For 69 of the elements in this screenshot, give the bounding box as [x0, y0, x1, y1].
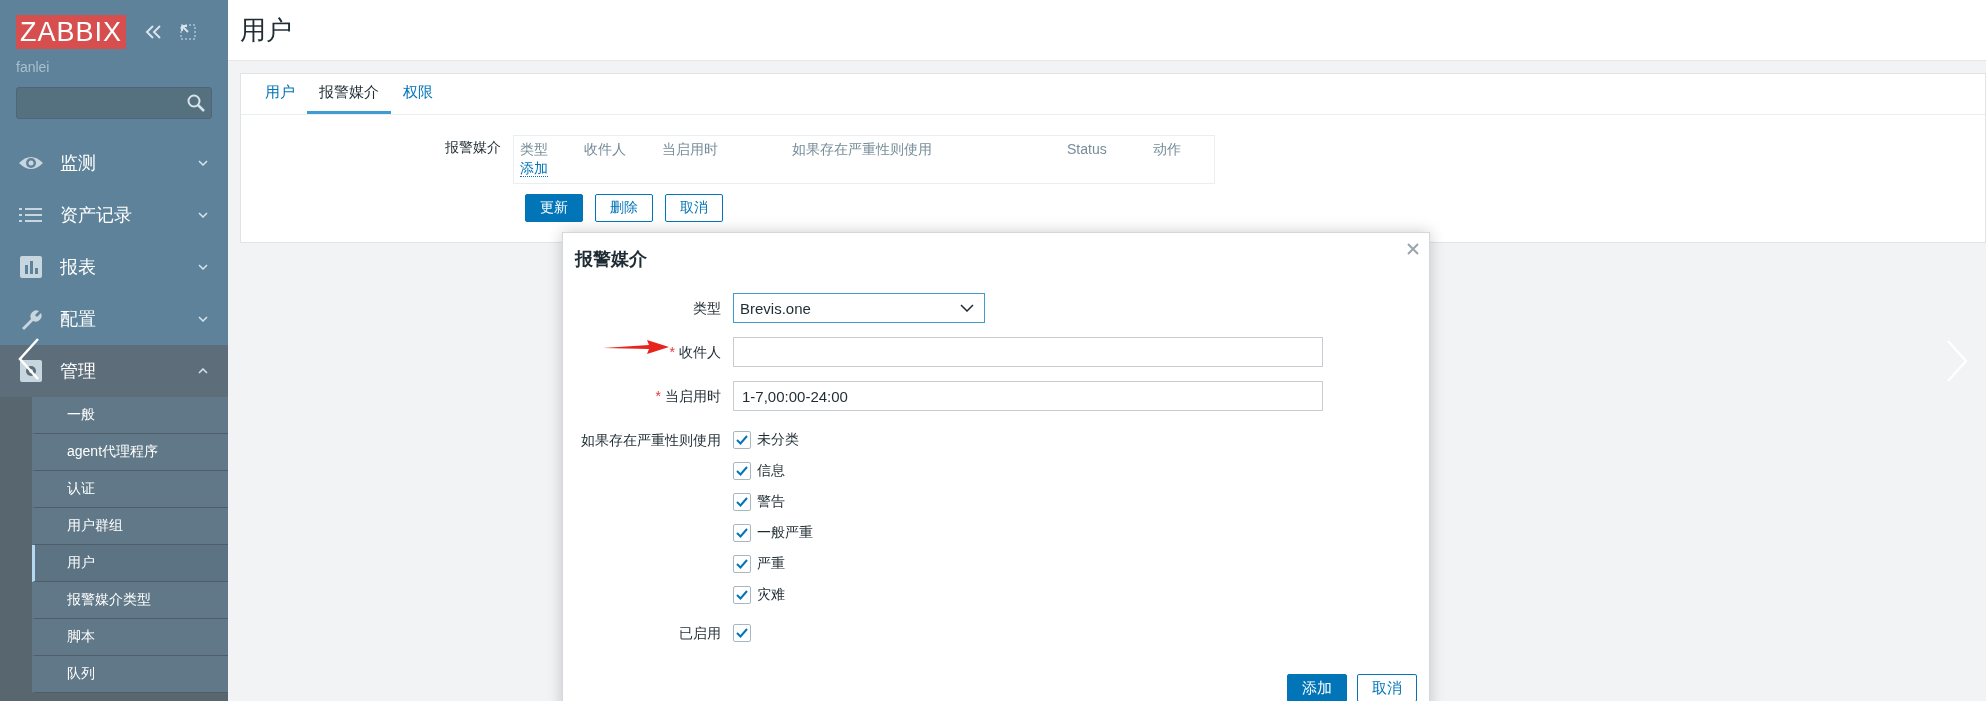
tab[interactable]: 权限 — [391, 74, 445, 114]
field-label: 如果存在严重性则使用 — [581, 431, 721, 450]
page-title: 用户 — [228, 0, 1986, 61]
add-link[interactable]: 添加 — [520, 160, 548, 177]
checkbox[interactable] — [733, 462, 751, 480]
submenu-item[interactable]: 一般 — [32, 397, 228, 434]
submenu-item[interactable]: 用户 — [32, 545, 228, 582]
checkbox[interactable] — [733, 624, 751, 642]
column-header: 当启用时 — [662, 141, 719, 159]
form-button[interactable]: 更新 — [525, 194, 583, 222]
logo[interactable]: ZABBIX — [16, 15, 127, 49]
collapse-icon[interactable] — [144, 24, 163, 40]
checkbox-label: 一般严重 — [757, 524, 813, 542]
menu-item[interactable]: 监测 — [0, 137, 228, 189]
caret-icon — [960, 304, 974, 312]
submenu-item[interactable]: 队列 — [32, 656, 228, 693]
search-icon[interactable] — [187, 94, 205, 112]
caret-icon — [198, 368, 208, 374]
submenu-item[interactable]: 报警媒介类型 — [32, 582, 228, 619]
field-label: 报警媒介 — [444, 138, 502, 157]
close-icon[interactable] — [1407, 243, 1419, 255]
submenu-item[interactable]: 用户群组 — [32, 508, 228, 545]
search-field[interactable] — [16, 87, 212, 119]
field-label: 类型 — [693, 299, 721, 318]
menu-item[interactable]: 配置 — [0, 293, 228, 345]
dialog-button[interactable]: 添加 — [1287, 674, 1347, 701]
form-button[interactable]: 删除 — [595, 194, 653, 222]
checkbox-label: 警告 — [757, 493, 785, 511]
column-header: 动作 — [1153, 141, 1181, 159]
checkbox-label: 未分类 — [757, 431, 799, 449]
column-header: 如果存在严重性则使用 — [792, 141, 933, 159]
input-field[interactable] — [733, 337, 1323, 367]
menu-item[interactable]: 管理 — [0, 345, 228, 397]
checkbox[interactable] — [733, 586, 751, 604]
required-mark: * — [655, 387, 661, 406]
username: fanlei — [15, 58, 51, 75]
checkbox[interactable] — [733, 555, 751, 573]
tab[interactable]: 报警媒介 — [307, 74, 391, 114]
type-select[interactable]: Brevis.one — [733, 293, 985, 323]
field-label: 收件人 — [679, 343, 721, 362]
fullscreen-icon[interactable] — [180, 24, 197, 40]
dialog-title: 报警媒介 — [575, 248, 647, 271]
caret-icon — [198, 212, 208, 218]
submenu-item[interactable]: agent代理程序 — [32, 434, 228, 471]
bar-chart-icon — [18, 256, 44, 278]
caret-icon — [198, 160, 208, 166]
input-field[interactable]: 1-7,00:00-24:00 — [733, 381, 1323, 411]
caret-icon — [198, 316, 208, 322]
chevron-left-icon[interactable] — [18, 338, 40, 380]
submenu-item[interactable]: 脚本 — [32, 619, 228, 656]
checkbox-label: 严重 — [757, 555, 785, 573]
checkbox-label: 灾难 — [757, 586, 785, 604]
checkbox[interactable] — [733, 431, 751, 449]
caret-icon — [198, 264, 208, 270]
field-label: 已启用 — [679, 624, 721, 643]
menu-item[interactable]: 报表 — [0, 241, 228, 293]
checkbox[interactable] — [733, 493, 751, 511]
tab[interactable]: 用户 — [253, 74, 307, 114]
form-button[interactable]: 取消 — [665, 194, 723, 222]
required-mark: * — [669, 343, 675, 362]
field-label: 当启用时 — [665, 387, 721, 406]
submenu-item[interactable]: 认证 — [32, 471, 228, 508]
menu-item[interactable]: 资产记录 — [0, 189, 228, 241]
column-header: 类型 — [520, 141, 549, 159]
checkbox[interactable] — [733, 524, 751, 542]
checkbox-label: 信息 — [757, 462, 785, 480]
dialog-button[interactable]: 取消 — [1357, 674, 1417, 701]
column-header: 收件人 — [584, 141, 627, 159]
column-header: Status — [1067, 141, 1108, 159]
